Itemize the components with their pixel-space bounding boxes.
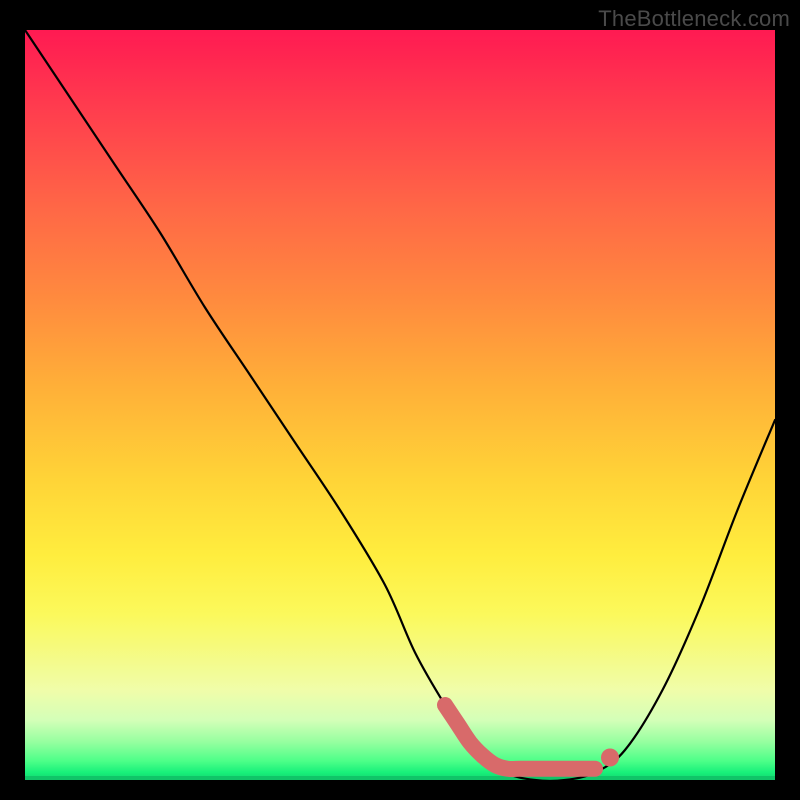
watermark-text: TheBottleneck.com xyxy=(598,6,790,32)
optimal-band xyxy=(445,705,595,769)
curve-layer xyxy=(25,30,775,780)
plot-area xyxy=(25,30,775,780)
highlight-dot xyxy=(601,749,619,767)
bottleneck-curve xyxy=(25,30,775,780)
chart-stage: TheBottleneck.com xyxy=(0,0,800,800)
